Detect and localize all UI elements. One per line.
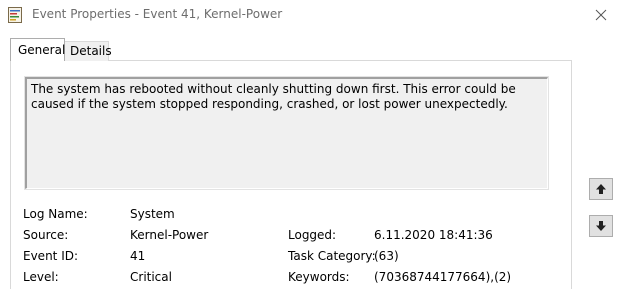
next-event-button[interactable] xyxy=(589,215,613,237)
event-description[interactable]: The system has rebooted without cleanly … xyxy=(24,76,549,190)
keywords-label: Keywords: xyxy=(288,270,350,284)
logged-value[interactable]: 6.11.2020 18:41:36 xyxy=(374,228,493,242)
logged-label: Logged: xyxy=(288,228,337,242)
log-name-label: Log Name: xyxy=(23,207,88,221)
arrow-down-icon xyxy=(596,221,606,231)
source-value[interactable]: Kernel-Power xyxy=(130,228,208,242)
window-title: Event Properties - Event 41, Kernel-Powe… xyxy=(32,7,283,21)
close-button[interactable] xyxy=(578,0,624,30)
event-id-value[interactable]: 41 xyxy=(130,249,145,263)
close-icon xyxy=(595,9,607,21)
event-properties-window: Event Properties - Event 41, Kernel-Powe… xyxy=(0,0,624,289)
event-viewer-icon xyxy=(8,7,22,23)
task-category-value[interactable]: (63) xyxy=(374,249,399,263)
task-category-label: Task Category: xyxy=(288,249,376,263)
log-name-value[interactable]: System xyxy=(130,207,175,221)
tab-general[interactable]: General xyxy=(10,38,65,61)
previous-event-button[interactable] xyxy=(589,178,613,200)
source-label: Source: xyxy=(23,228,69,242)
level-label: Level: xyxy=(23,270,59,284)
event-id-label: Event ID: xyxy=(23,249,79,263)
keywords-value[interactable]: (70368744177664),(2) xyxy=(374,270,511,284)
tab-details[interactable]: Details xyxy=(64,41,112,61)
arrow-up-icon xyxy=(596,184,606,194)
title-bar: Event Properties - Event 41, Kernel-Powe… xyxy=(0,0,624,30)
level-value[interactable]: Critical xyxy=(130,270,172,284)
